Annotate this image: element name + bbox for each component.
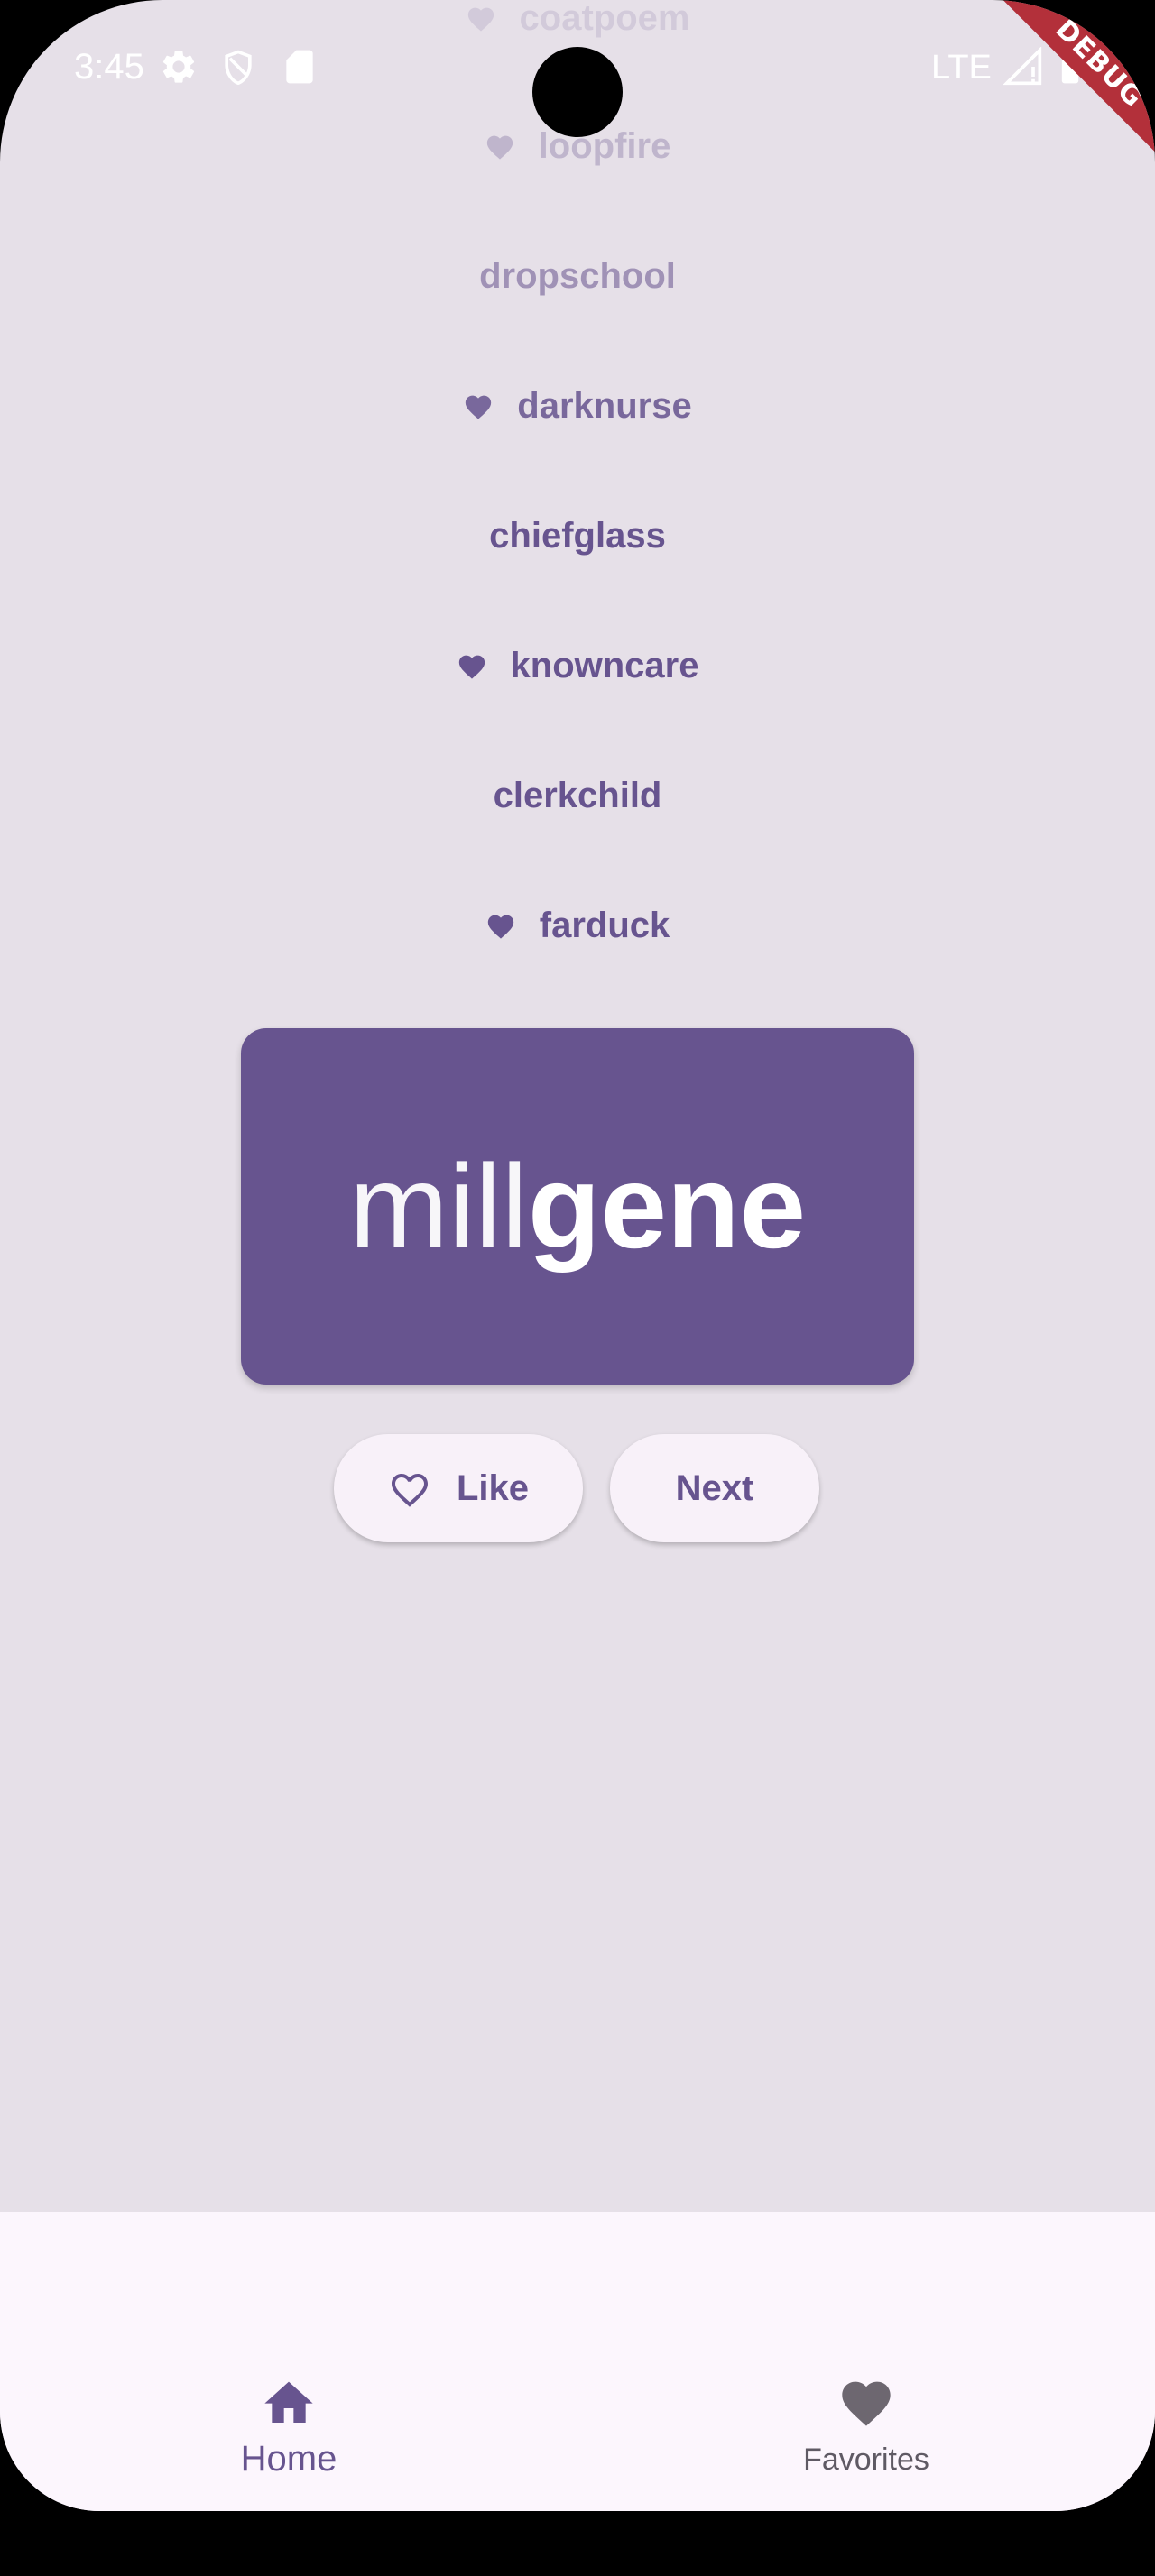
nav-favorites-label: Favorites [803,2443,929,2477]
shield-icon [218,47,258,87]
bottom-navigation-bar: Home Favorites [0,2212,1155,2511]
history-item: dropschool [0,240,1155,312]
history-word: darknurse [517,385,692,426]
network-type: LTE [931,49,992,87]
heart-outline-icon [388,1468,431,1508]
heart-icon [837,2374,895,2428]
like-label: Like [456,1467,530,1508]
history-item: farduck [0,889,1155,961]
history-word: clerkchild [493,775,662,815]
heart-icon [457,651,487,680]
history-item: clerkchild [0,759,1155,832]
current-word-card: mill gene [241,1028,914,1385]
word-first-part: mill [348,1140,528,1273]
history-item: chiefglass [0,500,1155,572]
history-word: dropschool [479,255,676,296]
next-button[interactable]: Next [610,1434,819,1542]
history-word: knowncare [510,645,699,685]
camera-cutout [532,47,623,137]
sd-card-icon [280,47,319,87]
status-time: 3:45 [74,47,144,87]
history-word: chiefglass [489,515,666,556]
nav-home[interactable]: Home [144,2374,433,2479]
history-item: knowncare [0,630,1155,702]
word-second-part: gene [527,1140,807,1273]
home-icon [260,2374,318,2428]
nav-favorites[interactable]: Favorites [722,2374,1011,2478]
settings-gear-icon [159,47,199,87]
status-bar: 3:45 LTE DEBUG [0,0,1155,195]
app-screen: coatpoem loopfire dropschool darknurse c… [0,0,1155,2511]
history-word: farduck [539,905,670,945]
history-item: darknurse [0,370,1155,442]
heart-icon [485,911,516,940]
signal-icon [1003,46,1043,87]
heart-icon [463,391,494,420]
like-button[interactable]: Like [334,1434,583,1542]
next-label: Next [675,1467,754,1508]
nav-home-label: Home [240,2439,337,2479]
history-list[interactable]: coatpoem loopfire dropschool darknurse c… [0,0,1155,992]
